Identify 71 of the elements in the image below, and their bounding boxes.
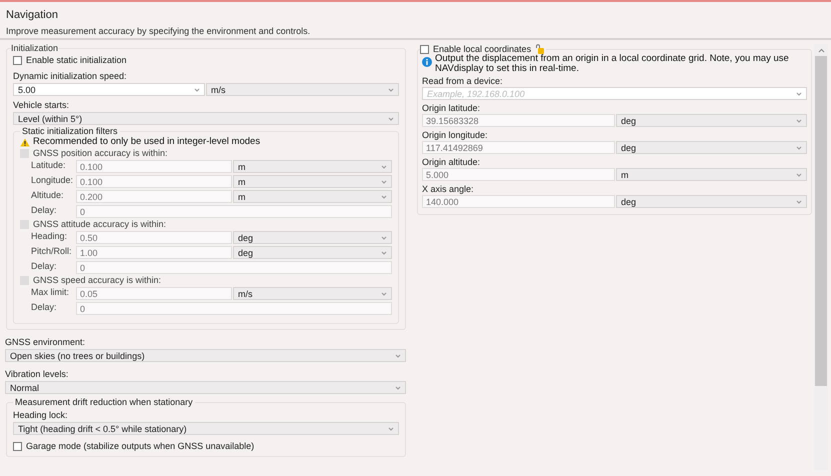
- field-label: Origin latitude:: [422, 103, 482, 113]
- chevron-down-icon: [381, 194, 387, 198]
- checkbox[interactable]: [420, 44, 429, 54]
- chevron-down-icon: [388, 88, 394, 92]
- unit-dropdown[interactable]: m/s: [206, 83, 399, 96]
- gnss-environment-dropdown[interactable]: Open skies (no trees or buildings): [5, 349, 406, 362]
- chevron-down-icon: [381, 180, 387, 184]
- input-field[interactable]: 117.41492869: [422, 141, 615, 154]
- field-label: Origin longitude:: [422, 130, 489, 140]
- field-label: Longitude:: [31, 175, 74, 185]
- chevron-down-icon: [395, 386, 401, 390]
- input-field[interactable]: 5.000: [422, 168, 615, 181]
- info-text: Output the displacement from an origin in a local coordinate grid. Note, you may use NAVdisplay to set this in real-time.: [435, 54, 790, 74]
- chevron-down-icon: [395, 354, 401, 358]
- warning-text: Recommended to only be used in integer-level modes: [33, 137, 260, 147]
- field-label: Heading lock:: [13, 410, 69, 420]
- chevron-down-icon: [796, 146, 802, 150]
- field-label: Delay:: [31, 261, 58, 271]
- field-label: Vehicle starts:: [13, 100, 70, 110]
- unlocked-padlock-icon[interactable]: [535, 44, 544, 54]
- group-title: Static initialization filters: [21, 126, 119, 136]
- checkbox-label: Enable static initialization: [26, 55, 127, 65]
- checkbox[interactable]: [13, 56, 22, 64]
- chevron-down-icon: [796, 118, 802, 122]
- checkbox-label: GNSS position accuracy is within:: [33, 148, 168, 158]
- unit-dropdown[interactable]: m: [616, 168, 807, 181]
- group-title: Initialization: [11, 43, 58, 53]
- chevron-down-icon: [381, 292, 387, 296]
- group-title: Measurement drift reduction when stationary: [14, 397, 194, 407]
- chevron-down-icon: [388, 116, 394, 120]
- chevron-down-icon: [388, 426, 394, 430]
- field-label: Origin altitude:: [422, 157, 482, 167]
- input-field[interactable]: 140.000: [422, 195, 615, 208]
- field-label: Vibration levels:: [5, 369, 70, 379]
- speed-dropdown[interactable]: 5.00: [13, 83, 205, 96]
- chevron-down-icon: [796, 92, 802, 96]
- page-title: Navigation: [6, 8, 59, 22]
- unit-dropdown[interactable]: deg: [616, 195, 807, 208]
- unit-dropdown[interactable]: deg: [616, 141, 807, 154]
- page-subtitle: Improve measurement accuracy by specifying the environment and controls.: [6, 26, 312, 36]
- chevron-down-icon: [381, 164, 387, 168]
- field-label: Read from a device:: [422, 76, 504, 86]
- unit-dropdown[interactable]: deg: [616, 114, 807, 127]
- chevron-down-icon: [194, 88, 200, 92]
- warning-icon: [20, 138, 30, 146]
- field-label: Latitude:: [31, 160, 67, 170]
- checkbox-label: Garage mode (stabilize outputs when GNSS unavailable): [26, 441, 254, 451]
- vibration-dropdown[interactable]: Normal: [5, 381, 406, 394]
- chevron-down-icon: [796, 200, 802, 204]
- field-label: Max limit:: [31, 287, 70, 297]
- field-label: X axis angle:: [422, 184, 475, 194]
- field-label: Delay:: [31, 205, 58, 215]
- field-label: Dynamic initialization speed:: [13, 71, 128, 81]
- scrollbar-thumb[interactable]: [815, 56, 827, 386]
- chevron-down-icon: [796, 172, 802, 176]
- vehicle-starts-dropdown[interactable]: Level (within 5°): [13, 112, 399, 125]
- heading-lock-dropdown[interactable]: Tight (heading drift < 0.5° while stationary): [13, 422, 399, 435]
- checkbox[interactable]: [13, 442, 22, 450]
- field-label: Altitude:: [31, 190, 65, 200]
- checkbox-label: Enable local coordinates: [433, 44, 532, 54]
- info-icon: [422, 57, 432, 67]
- checkbox-label: GNSS speed accuracy is within:: [33, 275, 162, 285]
- scrollbar[interactable]: [814, 44, 828, 470]
- field-label: Heading:: [31, 231, 68, 241]
- checkbox-label: GNSS attitude accuracy is within:: [33, 219, 166, 229]
- chevron-down-icon: [381, 250, 387, 254]
- field-label: Delay:: [31, 302, 58, 312]
- chevron-down-icon: [381, 236, 387, 240]
- field-label: GNSS environment:: [5, 337, 86, 347]
- input-field[interactable]: 39.15683328: [422, 114, 615, 127]
- field-label: Pitch/Roll:: [31, 246, 73, 256]
